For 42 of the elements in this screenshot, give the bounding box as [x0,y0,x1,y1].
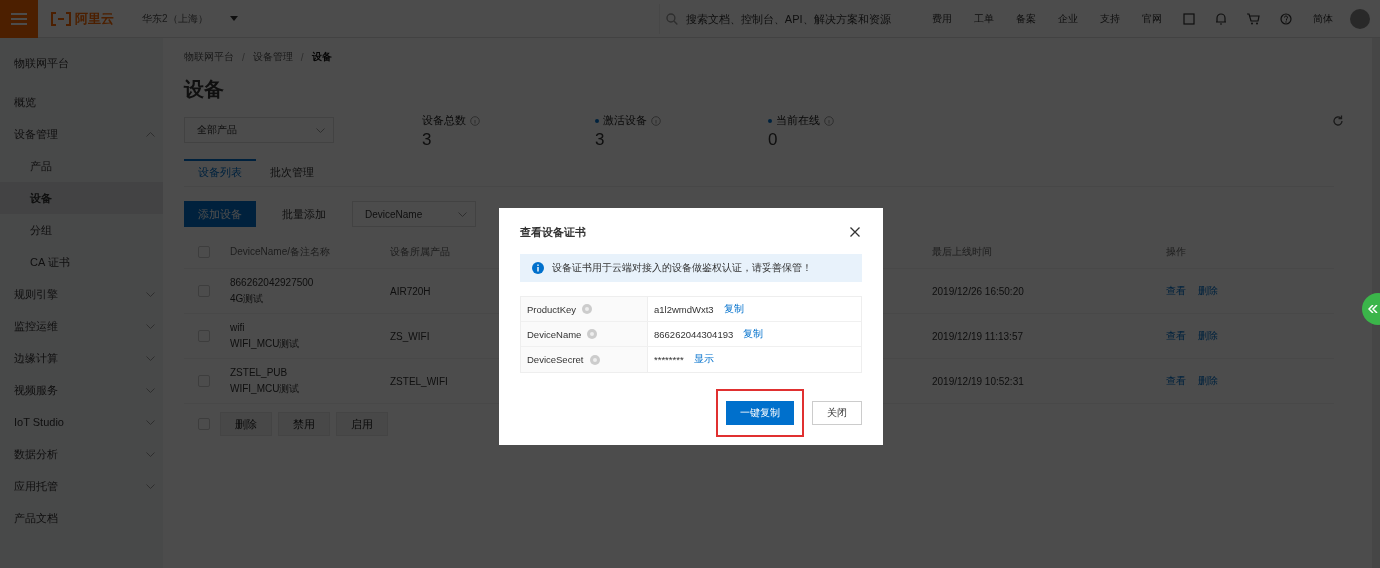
table-cell: ZS_WIFI [390,330,430,342]
field-value: a1l2wmdWxt3 [654,303,714,315]
double-arrow-icon [1368,305,1378,313]
field-value: ******** [654,354,684,365]
stat-label: 激活设备 [603,113,647,128]
table-cell-text: 2019/12/26 16:50:20 [932,285,1025,297]
close-button[interactable] [848,225,862,239]
stat-value: 0 [768,130,779,150]
device-name: ZSTEL_PUB [230,366,289,378]
action-link[interactable]: 删除 [1198,374,1218,388]
field-value: 866262044304193 [654,328,734,340]
dialog-title: 查看设备证书 [520,224,586,240]
device-name: wifi [230,321,246,333]
copy-link[interactable]: 复制 [743,327,764,341]
breadcrumb-separator: / [242,51,245,63]
action-link[interactable]: 查看 [1166,374,1186,388]
page-title: 设备 [184,77,225,102]
copy-link[interactable]: 显示 [693,353,714,366]
info-icon [532,262,544,274]
table-cell-text: 2019/12/19 11:13:57 [932,330,1024,342]
breadcrumb-separator: / [300,51,304,63]
breadcrumb-current: 设备 [311,50,332,64]
action-link[interactable]: 查看 [1166,284,1186,298]
action-link[interactable]: 删除 [1198,329,1218,343]
table-cell: AIR720H [390,285,431,297]
stat-value: 3 [595,130,606,150]
action-link[interactable]: 查看 [1166,329,1186,343]
table-cell-text: 2019/12/19 10:52:31 [932,375,1025,387]
notice-text: 设备证书用于云端对接入的设备做鉴权认证，请妥善保管！ [552,261,812,275]
field-label: DeviceSecret [527,354,584,365]
dialog-button[interactable]: 关闭 [812,401,862,425]
close-icon [850,227,860,237]
logo-text: 阿里云 [75,9,114,28]
field-label: DeviceName [527,328,582,340]
copy-link[interactable]: 复制 [723,302,744,316]
dialog-button[interactable]: 一键复制 [726,401,794,425]
stat-value: 3 [422,130,433,150]
action-link[interactable]: 删除 [1198,284,1218,298]
field-label: ProductKey [527,303,577,315]
table-cell: ZSTEL_WIFI [390,375,448,387]
stat-label: 设备总数 [422,113,466,128]
device-name: 866262042927500 [230,276,315,288]
